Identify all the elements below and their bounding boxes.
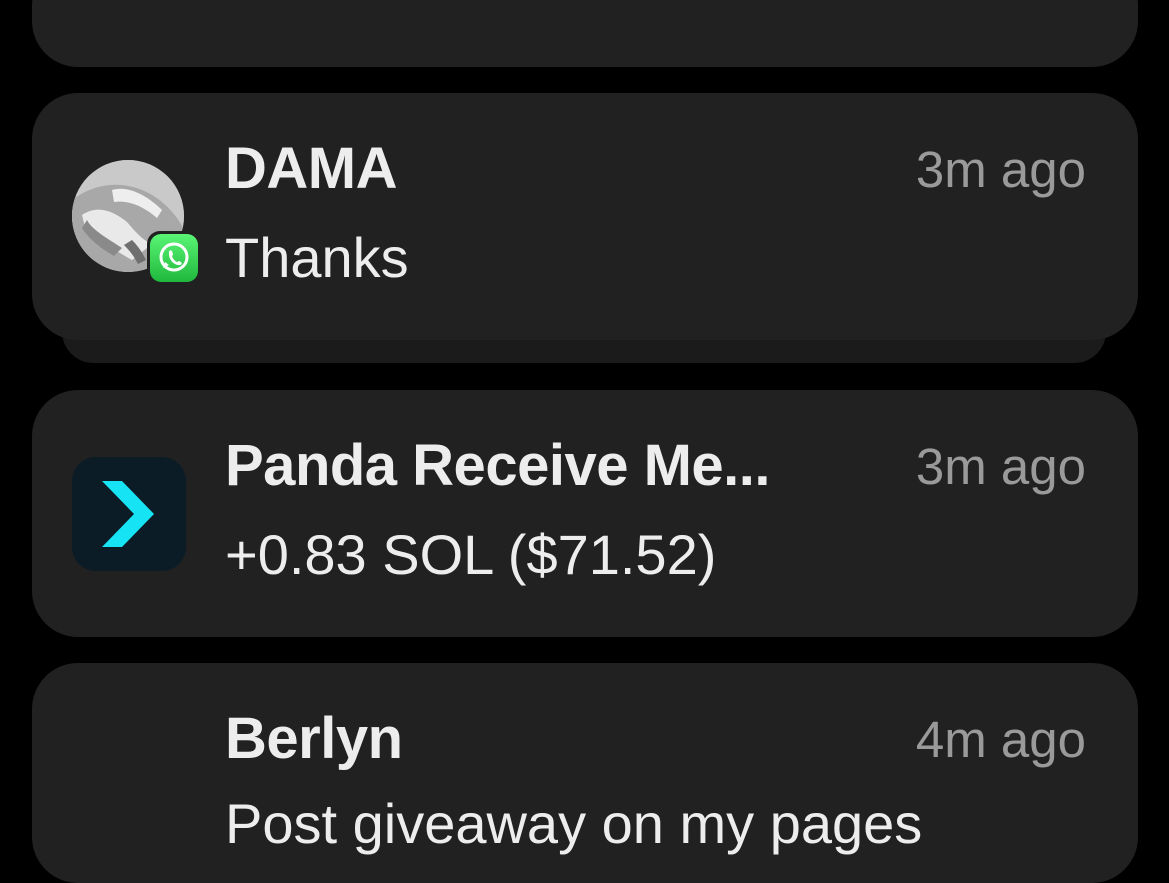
whatsapp-icon — [150, 234, 198, 282]
notification-title: DAMA — [225, 136, 397, 201]
whatsapp-badge — [147, 231, 201, 285]
notification-time: 3m ago — [915, 141, 1086, 198]
chevron-right-app-icon — [72, 457, 186, 571]
notification-message: +0.83 SOL ($71.52) — [225, 523, 717, 586]
notification-time: 3m ago — [915, 438, 1086, 495]
notification-card-previous[interactable] — [32, 0, 1138, 67]
notification-card-dama[interactable]: DAMA 3m ago Thanks — [32, 93, 1138, 340]
notification-time: 4m ago — [915, 711, 1086, 768]
notification-card-berlyn[interactable]: Berlyn 4m ago Post giveaway on my pages — [32, 663, 1138, 883]
notification-title: Berlyn — [225, 706, 403, 771]
notification-title: Panda Receive Me... — [225, 433, 770, 498]
notification-message: Thanks — [225, 226, 409, 289]
notification-card-panda[interactable]: Panda Receive Me... 3m ago +0.83 SOL ($7… — [32, 390, 1138, 637]
